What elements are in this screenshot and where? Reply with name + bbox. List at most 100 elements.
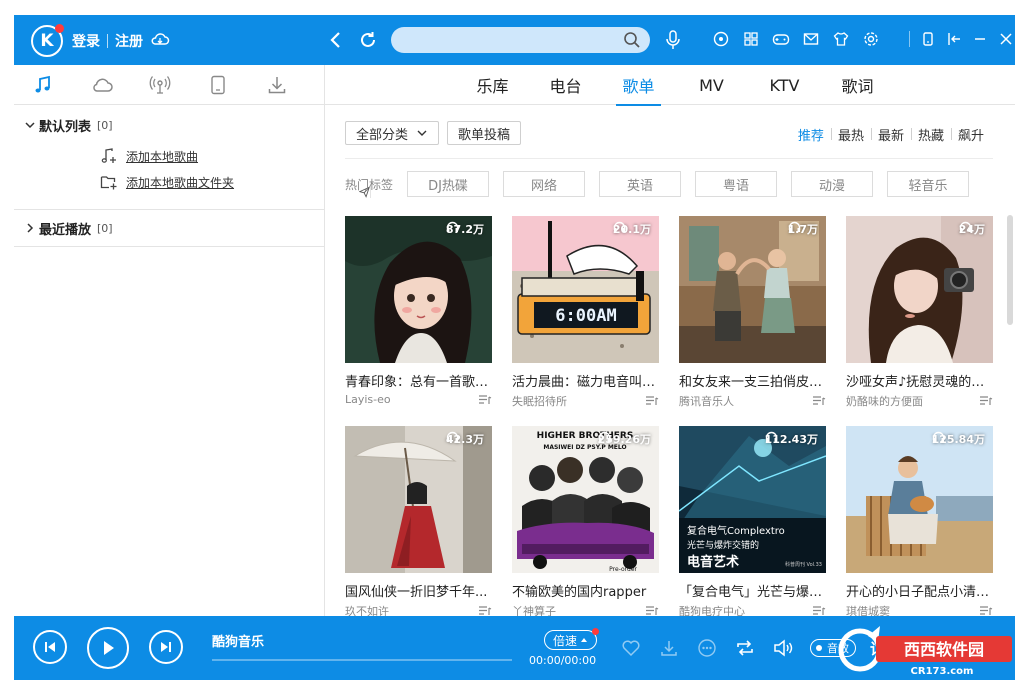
login-link[interactable]: 登录 [72, 31, 100, 51]
tag-anime[interactable]: 动漫 [791, 171, 874, 197]
playlist-author[interactable]: 玖不如许 [345, 603, 389, 616]
add-to-queue-icon[interactable] [478, 394, 492, 406]
cloud-sync-icon[interactable] [150, 29, 170, 49]
playlist-card[interactable]: 1.7万 和女友来一支三拍俏皮的舞... 腾讯音乐人 [679, 216, 826, 409]
playlist-card[interactable]: 6:00AM 20.1万 活力晨曲：磁力电音叫醒你... 失眠招待所 [512, 216, 659, 409]
collapse-icon[interactable] [944, 29, 964, 49]
playlist-title[interactable]: 沙哑女声♪抚慰灵魂的声音 [846, 371, 993, 390]
tag-network[interactable]: 网络 [503, 171, 586, 197]
playlist-card[interactable]: HIGHER BROTHERS MASIWEI DZ PSY.P MELO Pr… [512, 426, 659, 616]
playlist-cover[interactable]: 87.2万 [345, 216, 492, 363]
register-link[interactable]: 注册 [115, 31, 143, 51]
playlist-title[interactable]: 开心的小日子配点小清新... [846, 581, 993, 600]
download-icon[interactable] [266, 72, 288, 98]
next-track-button[interactable] [149, 630, 183, 664]
mic-icon[interactable] [664, 29, 682, 51]
recent-list-header[interactable]: 最近播放 [0] [14, 210, 324, 246]
add-to-queue-icon[interactable] [812, 605, 826, 616]
playlist-cover[interactable]: 42.3万 [345, 426, 492, 573]
kugou-logo[interactable]: K [31, 24, 64, 57]
playlist-title[interactable]: 国风仙侠一折旧梦千年... [345, 581, 492, 600]
minimize-icon[interactable] [970, 29, 990, 49]
back-icon[interactable] [326, 28, 346, 52]
add-to-queue-icon[interactable] [979, 395, 993, 407]
playlist-title[interactable]: 青春印象：总有一首歌让你想起... [345, 371, 492, 390]
default-list-header[interactable]: 默认列表 [0] [14, 107, 324, 143]
cover-rap-foot: Pre-order [609, 566, 637, 573]
logo-letter: K [40, 31, 54, 51]
skin-icon[interactable] [831, 29, 851, 49]
previous-track-button[interactable] [33, 630, 67, 664]
close-icon[interactable] [996, 29, 1016, 49]
tag-english[interactable]: 英语 [599, 171, 682, 197]
mini-mode-icon[interactable] [918, 29, 938, 49]
playlist-cover[interactable]: 1.7万 [679, 216, 826, 363]
play-button[interactable] [87, 627, 129, 669]
settings-icon[interactable] [861, 29, 881, 49]
playlist-card[interactable]: 125.84万 开心的小日子配点小清新... 琪借城窦 [846, 426, 993, 616]
broadcast-icon[interactable] [149, 72, 171, 98]
tag-dj[interactable]: DJ热碟 [407, 171, 490, 197]
add-to-queue-icon[interactable] [979, 605, 993, 616]
tab-library[interactable]: 乐库 [456, 65, 529, 105]
game-icon[interactable] [771, 29, 791, 49]
category-dropdown[interactable]: 全部分类 [345, 121, 440, 145]
playlist-author[interactable]: 丫神算子 [512, 603, 556, 616]
music-note-icon[interactable] [32, 72, 54, 98]
playlist-card[interactable]: 复合电气Complextro 光芒与爆炸交错的 电音艺术 科普周刊 Vol.33… [679, 426, 826, 616]
tab-playlists[interactable]: 歌单 [602, 65, 675, 106]
playlist-card[interactable]: 87.2万 青春印象：总有一首歌让你想起... Layis-eo [345, 216, 492, 406]
add-to-queue-icon[interactable] [478, 605, 492, 616]
sort-newest[interactable]: 最新 [870, 125, 911, 144]
cloud-icon[interactable] [90, 72, 113, 98]
apps-icon[interactable] [741, 29, 761, 49]
playback-speed-button[interactable]: 倍速 [544, 628, 600, 650]
playlist-title[interactable]: 活力晨曲：磁力电音叫醒你... [512, 371, 659, 390]
playlist-author[interactable]: 奶酪味的方便面 [846, 393, 923, 409]
more-icon[interactable] [696, 637, 718, 659]
tab-lyrics[interactable]: 歌词 [821, 65, 894, 105]
playlist-cover[interactable]: HIGHER BROTHERS MASIWEI DZ PSY.P MELO Pr… [512, 426, 659, 573]
mail-icon[interactable] [801, 29, 821, 49]
search-icon[interactable] [623, 31, 641, 49]
sort-favorites[interactable]: 热藏 [910, 125, 951, 144]
playlist-title[interactable]: 不输欧美的国内rapper [512, 581, 659, 600]
add-to-queue-icon[interactable] [645, 605, 659, 616]
add-to-queue-icon[interactable] [812, 395, 826, 407]
repeat-icon[interactable] [734, 637, 756, 659]
playlist-cover[interactable]: 6:00AM 20.1万 [512, 216, 659, 363]
tab-radio[interactable]: 电台 [529, 65, 602, 105]
sort-hottest[interactable]: 最热 [830, 125, 871, 144]
playlist-author[interactable]: 琪借城窦 [846, 603, 890, 616]
tag-cantonese[interactable]: 粤语 [695, 171, 778, 197]
sort-rising[interactable]: 飙升 [950, 125, 991, 144]
search-input[interactable] [391, 27, 650, 53]
playlist-author[interactable]: 酷狗电疗中心 [679, 603, 745, 616]
like-icon[interactable] [620, 637, 642, 659]
add-local-folder[interactable]: 添加本地歌曲文件夹 [14, 169, 324, 195]
tab-ktv[interactable]: KTV [748, 65, 821, 105]
radio-icon[interactable] [711, 29, 731, 49]
add-local-song[interactable]: 添加本地歌曲 [14, 143, 324, 169]
progress-bar[interactable] [212, 659, 512, 661]
playlist-author[interactable]: 失眠招待所 [512, 393, 567, 409]
sort-recommend[interactable]: 推荐 [791, 125, 831, 144]
add-to-queue-icon[interactable] [645, 395, 659, 407]
playlist-cover[interactable]: 复合电气Complextro 光芒与爆炸交错的 电音艺术 科普周刊 Vol.33… [679, 426, 826, 573]
volume-icon[interactable] [772, 637, 794, 659]
playlist-author[interactable]: 腾讯音乐人 [679, 393, 734, 409]
tab-mv[interactable]: MV [675, 65, 748, 105]
playlist-cover[interactable]: 125.84万 [846, 426, 993, 573]
playlist-cover[interactable]: 24万 [846, 216, 993, 363]
tag-light-music[interactable]: 轻音乐 [887, 171, 970, 197]
device-icon[interactable] [207, 72, 229, 98]
playlist-title[interactable]: 和女友来一支三拍俏皮的舞... [679, 371, 826, 390]
submit-playlist-button[interactable]: 歌单投稿 [359, 121, 522, 198]
refresh-icon[interactable] [357, 28, 379, 52]
playlist-author[interactable]: Layis-eo [345, 393, 391, 406]
playlist-card[interactable]: 42.3万 国风仙侠一折旧梦千年... 玖不如许 [345, 426, 492, 616]
download-icon[interactable] [658, 637, 680, 659]
playlist-title[interactable]: 「复合电气」光芒与爆炸交错... [679, 581, 826, 600]
playlist-card[interactable]: 24万 沙哑女声♪抚慰灵魂的声音 奶酪味的方便面 [846, 216, 993, 409]
vertical-scrollbar[interactable] [1007, 215, 1013, 325]
